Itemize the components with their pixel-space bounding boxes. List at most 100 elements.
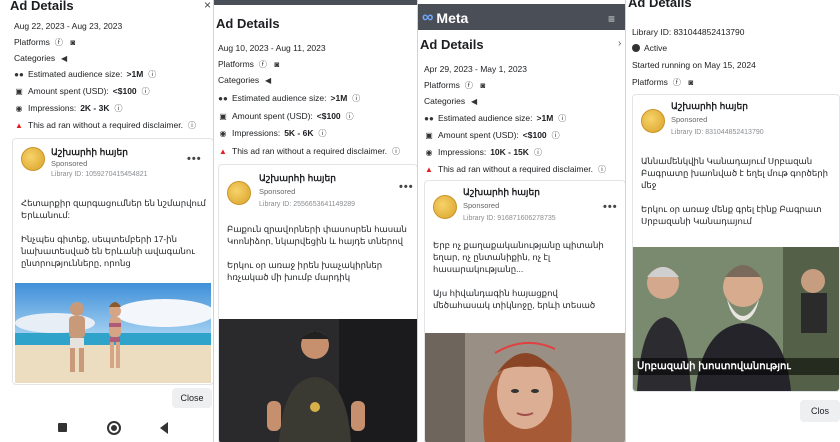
- info-icon[interactable]: ⓘ: [533, 148, 543, 157]
- page-name[interactable]: Աշխարհի հայեր: [671, 101, 748, 112]
- instagram-icon: ◙: [480, 80, 486, 90]
- chevron-right-icon[interactable]: ›: [618, 38, 621, 49]
- spent-value: <$100: [316, 111, 341, 121]
- impressions-row: ◉ Impressions: 2K - 3K ⓘ: [14, 103, 123, 113]
- page-avatar: [21, 147, 45, 171]
- categories-row: Categories ◀: [424, 96, 479, 106]
- platforms-label: Platforms: [14, 37, 50, 47]
- platforms-row: Platforms ⓕ ◙: [14, 37, 78, 47]
- info-icon[interactable]: ⓘ: [187, 121, 197, 130]
- page-name[interactable]: Աշխարհի հայեր: [259, 173, 336, 184]
- impressions-value: 10K - 15K: [490, 147, 529, 157]
- sponsored-label: Sponsored: [51, 159, 88, 168]
- panel-title: Ad Details: [10, 0, 74, 13]
- audience-value: >1M: [126, 69, 144, 79]
- warning-icon: ▲: [15, 120, 23, 130]
- ad-body-text: Հետարքիր զարգացումներ են նշմարվում Երևան…: [21, 198, 206, 268]
- sponsored-label: Sponsored: [671, 115, 708, 124]
- spent-row: ▣ Amount spent (USD): <$100 ⓘ: [424, 130, 561, 140]
- page-avatar: [641, 109, 665, 133]
- categories-label: Categories: [14, 53, 56, 63]
- library-id-top: Library ID: 831044852413790: [632, 27, 745, 37]
- ad-body-text: Բաքուն զրավորների փասոսրեն հասան Կոոնիձո…: [227, 224, 407, 282]
- status-row: Active: [632, 43, 667, 53]
- library-id: Library ID: 916871606278735: [463, 215, 556, 222]
- date-range: Aug 10, 2023 - Aug 11, 2023: [218, 43, 326, 53]
- image-caption: Սրբազանի խոստովանությու: [633, 358, 839, 375]
- spent-value: <$100: [522, 130, 547, 140]
- info-icon[interactable]: ⓘ: [557, 114, 567, 123]
- page-name[interactable]: Աշխարհի հայեր: [51, 147, 128, 158]
- disclaimer-row: ▲ This ad ran without a required disclai…: [218, 146, 401, 156]
- money-icon: ▣: [15, 86, 23, 96]
- page-name[interactable]: Աշխարհի հայեր: [463, 187, 540, 198]
- facebook-icon: ⓕ: [464, 80, 473, 90]
- categories-label: Categories: [218, 75, 260, 85]
- people-icon: ●●: [14, 69, 24, 79]
- menu-icon[interactable]: ≡: [608, 12, 615, 26]
- info-icon[interactable]: ⓘ: [113, 104, 123, 113]
- back-triangle-icon[interactable]: [160, 422, 168, 434]
- spent-row: ▣ Amount spent (USD): <$100 ⓘ: [14, 86, 151, 96]
- eye-icon: ◉: [15, 103, 23, 113]
- disclaimer-text: This ad ran without a required disclaime…: [438, 164, 593, 174]
- panel-title: Ad Details: [420, 37, 484, 52]
- impressions-value: 2K - 3K: [80, 103, 110, 113]
- info-icon[interactable]: ⓘ: [147, 70, 157, 79]
- audience-value: >1M: [330, 93, 348, 103]
- audience-row: ●● Estimated audience size: >1M ⓘ: [424, 113, 567, 123]
- warning-icon: ▲: [219, 146, 227, 156]
- info-icon[interactable]: ⓘ: [597, 165, 607, 174]
- sponsored-label: Sponsored: [463, 201, 500, 210]
- platforms-label: Platforms: [218, 59, 254, 69]
- meta-logo: ∞ Meta: [422, 9, 468, 27]
- info-icon[interactable]: ⓘ: [391, 147, 401, 156]
- close-button[interactable]: Close: [172, 388, 212, 408]
- ad-body-text: Աննամենկվին Կանադայում Սրբազան Բագրատը խ…: [641, 156, 828, 226]
- page-avatar: [227, 181, 251, 205]
- money-icon: ▣: [425, 130, 433, 140]
- ad-preview-card: Աշխարհի հայեր Sponsored Library ID: 8310…: [632, 94, 840, 392]
- ad-body-text: Երբ ոչ քաղաքականությանը պիտանի եղար, ոչ …: [433, 240, 604, 310]
- close-button[interactable]: Clos: [800, 400, 840, 422]
- megaphone-icon: ◀: [61, 53, 68, 63]
- audience-row: ●● Estimated audience size: >1M ⓘ: [218, 93, 361, 103]
- ad-preview-card: Աշխարհի հայեր Sponsored Library ID: 1059…: [12, 138, 214, 385]
- library-id: Library ID: 831044852413790: [671, 129, 764, 136]
- info-icon[interactable]: ⓘ: [141, 87, 151, 96]
- spent-row: ▣ Amount spent (USD): <$100 ⓘ: [218, 111, 355, 121]
- platforms-row: Platforms ⓕ ◙: [632, 77, 696, 87]
- more-options-icon[interactable]: •••: [603, 201, 618, 213]
- more-options-icon[interactable]: •••: [399, 181, 414, 193]
- audience-label: Estimated audience size:: [438, 113, 533, 123]
- panel-title: Ad Details: [628, 0, 692, 10]
- platforms-row: Platforms ⓕ ◙: [218, 59, 282, 69]
- square-icon[interactable]: [58, 423, 67, 432]
- priests-image: Սրբազանի խոստովանությու: [633, 247, 839, 391]
- more-options-icon[interactable]: •••: [187, 153, 202, 165]
- platforms-label: Platforms: [632, 77, 668, 87]
- info-icon[interactable]: ⓘ: [317, 129, 327, 138]
- info-icon[interactable]: ⓘ: [345, 112, 355, 121]
- spent-label: Amount spent (USD):: [438, 130, 519, 140]
- audience-row: ●● Estimated audience size: >1M ⓘ: [14, 69, 157, 79]
- disclaimer-row: ▲ This ad ran without a required disclai…: [424, 164, 607, 174]
- status-badge: Active: [644, 43, 668, 53]
- date-range: Apr 29, 2023 - May 1, 2023: [424, 64, 528, 74]
- categories-row: Categories ◀: [218, 75, 273, 85]
- date-range: Aug 22, 2023 - Aug 23, 2023: [14, 21, 123, 31]
- eye-icon: ◉: [425, 147, 433, 157]
- info-icon[interactable]: ⓘ: [551, 131, 561, 140]
- ad-preview-card: Աշխարհի հայեր Sponsored Library ID: 2556…: [218, 164, 418, 442]
- beach-couple-image: [15, 283, 211, 383]
- ad-details-panel-4: Ad Details Library ID: 831044852413790 A…: [626, 0, 840, 442]
- man-portrait-image: [219, 319, 417, 442]
- people-icon: ●●: [424, 113, 434, 123]
- close-icon[interactable]: ×: [204, 0, 211, 12]
- disclaimer-text: This ad ran without a required disclaime…: [232, 146, 387, 156]
- info-icon[interactable]: ⓘ: [351, 94, 361, 103]
- megaphone-icon: ◀: [265, 75, 272, 85]
- facebook-icon: ⓕ: [672, 77, 681, 87]
- page-avatar: [433, 195, 457, 219]
- home-circle-icon[interactable]: [107, 421, 121, 435]
